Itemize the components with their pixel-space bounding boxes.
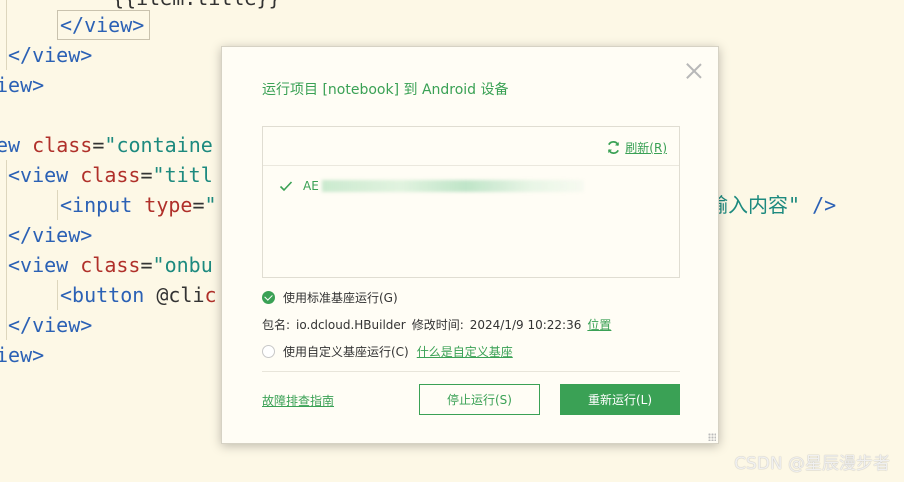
code-text: @cli xyxy=(144,283,205,307)
code-eq: = xyxy=(192,193,205,217)
device-list-header: 刷新(R) xyxy=(263,127,679,166)
standard-base-option[interactable]: 使用标准基座运行(G) xyxy=(262,289,398,306)
code-line-11: </view> xyxy=(8,310,92,340)
code-tag: </view> xyxy=(8,223,93,247)
indent-guide xyxy=(6,0,7,70)
package-info: 包名: io.dcloud.HBuilder 修改时间: 2024/1/9 10… xyxy=(262,316,617,333)
code-line-7-right-fragment: 输入内容" /> xyxy=(708,190,836,220)
code-tag: <view xyxy=(8,163,69,187)
code-line-6: <view class="titl xyxy=(8,160,213,190)
code-tag: </view> xyxy=(8,313,93,337)
code-tag: iew> xyxy=(0,343,45,367)
refresh-button[interactable]: 刷新(R) xyxy=(606,139,667,156)
custom-base-option[interactable]: 使用自定义基座运行(C) 什么是自定义基座 xyxy=(262,343,513,360)
watermark: CSDN @星辰漫步者 xyxy=(734,454,890,474)
code-tag: <view xyxy=(8,253,69,277)
indent-guide xyxy=(57,190,58,220)
package-label: 包名: xyxy=(262,318,291,332)
radio-unchecked-icon[interactable] xyxy=(262,345,275,358)
indent-guide xyxy=(6,160,7,340)
stop-button[interactable]: 停止运行(S) xyxy=(419,384,540,415)
code-line-12: iew> xyxy=(0,340,44,370)
device-id-redacted xyxy=(321,180,584,192)
indent-guide xyxy=(57,280,58,310)
code-text: {{item.title}} xyxy=(112,0,281,10)
code-attr: class xyxy=(32,133,93,157)
package-value: io.dcloud.HBuilder xyxy=(296,317,406,332)
troubleshooting-guide-link[interactable]: 故障排查指南 xyxy=(262,392,334,409)
code-tag: </view> xyxy=(8,43,93,67)
code-attr: class xyxy=(80,253,141,277)
code-string: 输入内容" xyxy=(708,193,801,217)
what-is-custom-base-link[interactable]: 什么是自定义基座 xyxy=(417,343,513,360)
device-list: 刷新(R) AE xyxy=(262,126,680,278)
code-string: "containe xyxy=(104,133,213,157)
custom-base-label: 使用自定义基座运行(C) xyxy=(283,345,409,359)
refresh-icon xyxy=(608,141,620,154)
close-icon[interactable] xyxy=(686,63,702,79)
code-string: " xyxy=(204,193,217,217)
code-tag: <button xyxy=(60,283,145,307)
radio-checked-icon[interactable] xyxy=(262,291,275,304)
code-eq: = xyxy=(140,253,153,277)
device-name: AE xyxy=(303,179,319,193)
rerun-button[interactable]: 重新运行(L) xyxy=(560,384,680,415)
refresh-label: 刷新(R) xyxy=(625,141,667,155)
modified-label: 修改时间: xyxy=(411,318,464,332)
code-tag: ew xyxy=(0,133,21,157)
code-tag: iew> xyxy=(0,73,45,97)
code-line-3: </view> xyxy=(8,40,92,70)
code-line-2: </view> xyxy=(60,10,144,40)
code-tag: /> xyxy=(800,193,837,217)
code-string: "titl xyxy=(152,163,213,187)
standard-base-label: 使用标准基座运行(G) xyxy=(283,291,398,305)
code-string: "onbu xyxy=(152,253,213,277)
code-line-9: <view class="onbu xyxy=(8,250,213,280)
code-line-5: ew class="containe xyxy=(0,130,213,160)
location-link[interactable]: 位置 xyxy=(587,316,611,333)
code-attr: type xyxy=(144,193,193,217)
code-attr: c xyxy=(204,283,217,307)
dialog-title: 运行项目 [notebook] 到 Android 设备 xyxy=(262,82,509,98)
checkmark-icon xyxy=(279,181,293,192)
code-tag: </view> xyxy=(60,13,145,37)
code-eq: = xyxy=(92,133,105,157)
modified-value: 2024/1/9 10:22:36 xyxy=(469,317,582,332)
resize-grip-icon[interactable] xyxy=(708,433,716,441)
device-item[interactable]: AE xyxy=(279,179,584,193)
code-eq: = xyxy=(140,163,153,187)
code-attr: class xyxy=(80,163,141,187)
code-tag: <input xyxy=(60,193,133,217)
divider xyxy=(262,371,680,372)
code-line-10: <button @clic xyxy=(60,280,217,310)
code-line-8: </view> xyxy=(8,220,92,250)
code-line-4: iew> xyxy=(0,70,44,100)
code-line-7: <input type=" xyxy=(60,190,217,220)
run-to-android-dialog: 运行项目 [notebook] 到 Android 设备 刷新(R) AE 使用 xyxy=(221,46,719,444)
